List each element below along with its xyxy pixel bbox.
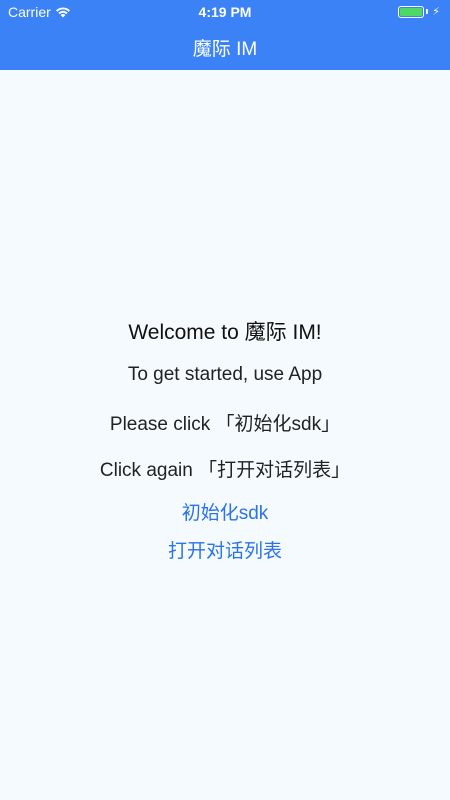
battery-icon — [398, 5, 425, 18]
status-time: 4:19 PM — [198, 4, 252, 20]
init-sdk-row: 初始化sdk — [0, 498, 450, 525]
init-sdk-button[interactable]: 初始化sdk — [182, 503, 269, 524]
page-title: 魔际 IM — [192, 39, 258, 60]
open-conversation-list-button[interactable]: 打开对话列表 — [168, 541, 282, 562]
instruction-text-2: Please click 「初始化sdk」 — [109, 414, 341, 435]
welcome-text: Welcome to 魔际 IM! — [128, 321, 322, 344]
open-conversation-row: 打开对话列表 — [0, 536, 450, 563]
battery-indicator: ⚡ — [398, 5, 440, 18]
bolt-icon: ⚡ — [432, 6, 440, 18]
instruction-text-3: Click again 「打开对话列表」 — [99, 460, 351, 481]
status-bar: Carrier 4:19 PM ⚡ — [0, 0, 450, 24]
battery-fill — [400, 7, 423, 16]
battery-tip — [426, 9, 429, 14]
instruction-text-1: To get started, use App — [127, 364, 323, 385]
main-content: Welcome to 魔际 IM! To get started, use Ap… — [0, 70, 450, 800]
app-header: Carrier 4:19 PM ⚡ 魔际 IM — [0, 0, 450, 70]
